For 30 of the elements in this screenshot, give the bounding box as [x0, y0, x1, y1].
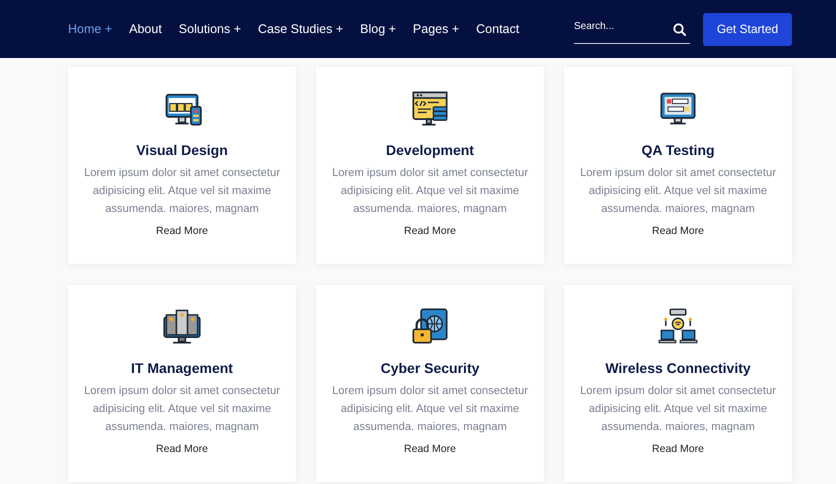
card-title: Development: [386, 142, 474, 158]
card-title: Visual Design: [136, 142, 228, 158]
menu-item[interactable]: Contact: [476, 22, 520, 36]
card-description: Lorem ipsum dolor sit amet consectetur adipisicing elit. Atque vel sit maxime assumenda. maiores, magnam: [84, 166, 280, 217]
card-title: QA Testing: [641, 142, 715, 158]
card-description: Lorem ipsum dolor sit amet consectetur adipisicing elit. Atque vel sit maxime assumenda. maiores, magnam: [580, 166, 776, 217]
search-icon[interactable]: [673, 23, 686, 36]
menu-item[interactable]: Solutions +: [178, 22, 241, 36]
read-more-link[interactable]: Read More: [156, 225, 208, 237]
card-title: Cyber Security: [380, 360, 480, 376]
menu-item[interactable]: Home +: [68, 22, 112, 36]
card-description: Lorem ipsum dolor sit amet consectetur adipisicing elit. Atque vel sit maxime assumenda. maiores, magnam: [332, 384, 528, 435]
card-description: Lorem ipsum dolor sit amet consectetur adipisicing elit. Atque vel sit maxime assumenda. maiores, magnam: [580, 384, 776, 435]
read-more-link[interactable]: Read More: [652, 443, 704, 455]
card-description: Lorem ipsum dolor sit amet consectetur adipisicing elit. Atque vel sit maxime assumenda. maiores, magnam: [332, 166, 528, 217]
get-started-button[interactable]: Get Started: [703, 12, 792, 46]
card-title: Wireless Connectivity: [605, 360, 751, 376]
read-more-link[interactable]: Read More: [652, 225, 704, 237]
menu-item[interactable]: Pages +: [412, 22, 460, 36]
router-laptops-icon: [658, 306, 698, 346]
read-more-link[interactable]: Read More: [156, 443, 208, 455]
menu-item[interactable]: About: [129, 22, 162, 36]
menu-item[interactable]: Case Studies +: [258, 22, 344, 36]
read-more-link[interactable]: Read More: [404, 443, 456, 455]
menu-item[interactable]: Blog +: [360, 22, 396, 36]
card-title: IT Management: [131, 360, 233, 376]
lock-globe-icon: [410, 306, 450, 346]
search-field[interactable]: Search...: [574, 14, 690, 44]
card-description: Lorem ipsum dolor sit amet consectetur adipisicing elit. Atque vel sit maxime assumenda. maiores, magnam: [84, 384, 280, 435]
read-more-link[interactable]: Read More: [404, 225, 456, 237]
